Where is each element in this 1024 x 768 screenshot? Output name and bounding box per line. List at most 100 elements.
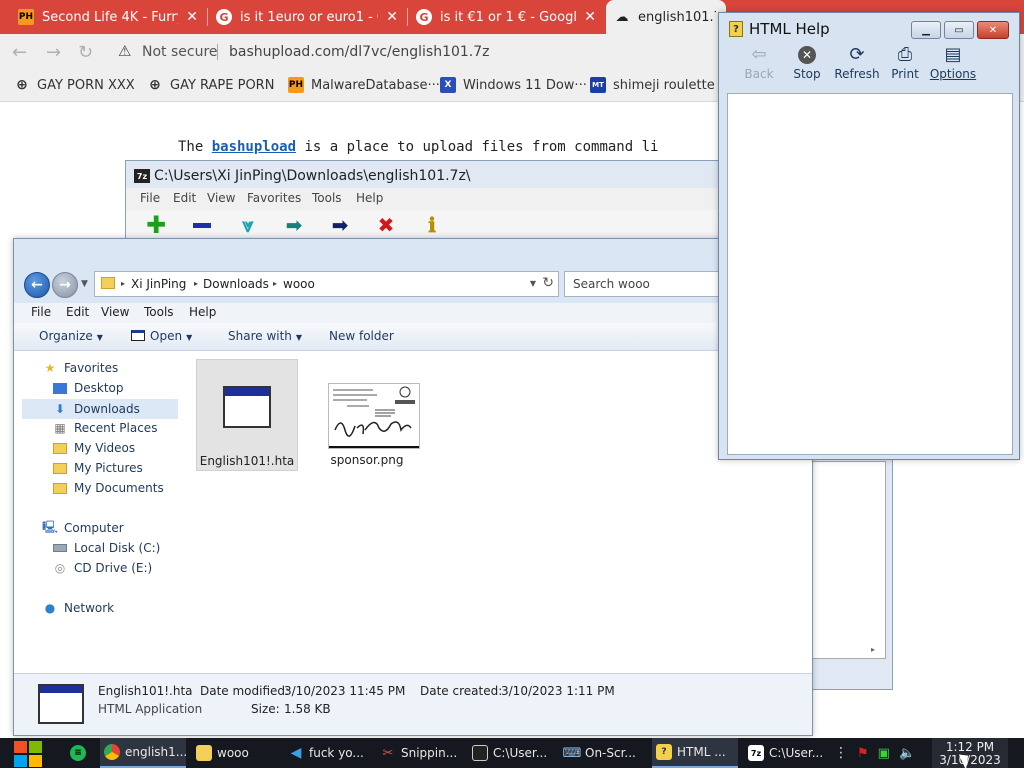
file-list-pane[interactable]: ▸ (812, 461, 886, 659)
help-content-pane[interactable] (727, 93, 1013, 455)
stop-button[interactable]: ✕ Stop (781, 43, 833, 81)
open-button[interactable]: Open ▼ (131, 329, 192, 343)
date-created-value: 3/10/2023 1:11 PM (501, 684, 615, 698)
taskbar-item[interactable]: wooo (192, 738, 278, 768)
taskbar-item[interactable]: 7z C:\User... (744, 738, 830, 768)
browser-tab[interactable]: PH Second Life 4K - Furry F ✕ (10, 0, 208, 34)
menu-tools[interactable]: Tools (144, 305, 174, 319)
start-button[interactable] (12, 740, 42, 767)
taskbar-item[interactable]: english1... (100, 738, 187, 768)
bookmark-item[interactable]: ⊕ GAY RAPE PORN (147, 77, 274, 93)
taskbar-item[interactable]: ✂ Snippin... (376, 738, 462, 768)
forward-button[interactable]: → (52, 272, 78, 298)
7zip-app-icon: 7z (134, 169, 150, 183)
nav-documents[interactable]: My Documents (52, 481, 164, 495)
copy-icon[interactable]: ➡ (282, 213, 306, 237)
flag-icon[interactable]: ⚑ (857, 746, 869, 761)
taskbar-pinned-app[interactable]: ≡ (66, 738, 94, 768)
bookmark-item[interactable]: X Windows 11 Dow··· (440, 77, 587, 93)
taskbar-item[interactable]: ? HTML ... (652, 738, 738, 768)
extract-icon[interactable] (190, 214, 214, 236)
window-title: ? HTML Help (729, 20, 830, 38)
breadcrumb-current[interactable]: wooo (283, 277, 315, 291)
add-icon[interactable]: ✚ (144, 211, 168, 239)
scroll-arrow-icon[interactable]: ▸ (871, 645, 875, 654)
back-button[interactable]: ⇦ Back (733, 43, 785, 81)
new-folder-button[interactable]: New folder (329, 329, 394, 343)
taskbar-item[interactable]: C:\User... (468, 738, 554, 768)
nav-videos[interactable]: My Videos (52, 441, 135, 455)
tab-close-icon[interactable]: ✕ (186, 9, 198, 25)
refresh-icon[interactable]: ↻ (542, 275, 554, 291)
test-icon[interactable]: ⩔ (236, 213, 260, 237)
volume-icon[interactable]: 🔈 (899, 746, 915, 761)
move-icon[interactable]: ➡ (328, 213, 352, 237)
share-label: Share with (228, 329, 292, 343)
nav-local-disk[interactable]: Local Disk (C:) (52, 541, 160, 555)
breadcrumb-downloads[interactable]: Downloads (203, 277, 269, 291)
overflow-dots-icon[interactable]: ⋮ (834, 745, 848, 761)
bookmark-item[interactable]: ⊕ GAY PORN XXX (14, 77, 135, 93)
menu-view[interactable]: View (101, 305, 129, 319)
nav-desktop[interactable]: Desktop (52, 381, 124, 395)
print-button[interactable]: ⎙ Print (879, 43, 931, 81)
nav-downloads[interactable]: ⬇ Downloads (22, 399, 178, 419)
menu-help[interactable]: Help (356, 191, 383, 205)
back-button[interactable]: ← (24, 272, 50, 298)
close-button[interactable]: ✕ (977, 21, 1009, 39)
menu-favorites[interactable]: Favorites (247, 191, 301, 205)
minimize-button[interactable]: ▁ (911, 21, 941, 39)
recent-pages-dropdown-icon[interactable]: ▼ (81, 279, 88, 289)
browser-tab[interactable]: G is it €1 or 1 € - Google ✕ (408, 0, 606, 34)
taskbar-item[interactable]: ◀ fuck yo... (284, 738, 370, 768)
browser-tab[interactable]: G is it 1euro or euro1 - Go ✕ (208, 0, 408, 34)
security-status[interactable]: Not secure (142, 44, 218, 60)
file-item[interactable]: English101!.hta (196, 359, 298, 471)
nav-network[interactable]: ● Network (42, 601, 114, 615)
menu-tools[interactable]: Tools (312, 191, 342, 205)
bookmark-item[interactable]: PH MalwareDatabase··· (288, 77, 440, 93)
taskbar-item[interactable]: ⌨ On-Scr... (560, 738, 646, 768)
share-with-button[interactable]: Share with ▼ (228, 329, 302, 343)
address-dropdown-icon[interactable]: ▼ (530, 279, 536, 288)
file-name: English101!.hta (199, 454, 295, 468)
bookmark-item[interactable]: MT shimeji roulette (590, 77, 715, 93)
bookmark-label: GAY PORN XXX (37, 77, 135, 93)
reload-icon[interactable]: ↻ (78, 42, 93, 63)
search-input[interactable]: Search wooo (564, 271, 724, 297)
delete-icon[interactable]: ✖ (374, 213, 398, 237)
nav-label: Desktop (74, 381, 124, 395)
nav-computer[interactable]: 🖳 Computer (42, 519, 124, 536)
tab-close-icon[interactable]: ✕ (386, 9, 398, 25)
breadcrumb-user[interactable]: Xi JinPing (131, 277, 186, 291)
menu-view[interactable]: View (207, 191, 235, 205)
back-arrow-icon[interactable]: ← (12, 42, 27, 63)
maximize-button[interactable]: ▭ (944, 21, 974, 39)
address-bar[interactable]: ▸ Xi JinPing ▸ Downloads ▸ wooo ▼ ↻ (94, 271, 559, 297)
file-item[interactable]: sponsor.png (316, 359, 420, 471)
menu-edit[interactable]: Edit (66, 305, 89, 319)
tab-close-icon[interactable]: ✕ (584, 9, 596, 25)
info-icon[interactable]: ℹ (420, 213, 444, 237)
nav-recent-places[interactable]: ▦ Recent Places (52, 421, 157, 435)
nav-favorites[interactable]: ★ Favorites (42, 361, 119, 375)
refresh-button[interactable]: ⟳ Refresh (831, 43, 883, 81)
menu-edit[interactable]: Edit (173, 191, 196, 205)
organize-button[interactable]: Organize ▼ (39, 329, 103, 343)
tab-title: is it €1 or 1 € - Google (440, 9, 577, 25)
bashupload-link[interactable]: bashupload (212, 139, 296, 155)
nav-pictures[interactable]: My Pictures (52, 461, 143, 475)
nav-cd-drive[interactable]: ◎ CD Drive (E:) (52, 561, 152, 575)
network-status-icon[interactable]: ▣ (878, 746, 890, 761)
menu-help[interactable]: Help (189, 305, 216, 319)
command-bar: Organize ▼ Open ▼ Share with ▼ New folder (14, 323, 812, 351)
browser-tab-active[interactable]: ☁ english101.7z (606, 0, 726, 34)
warning-icon[interactable]: ⚠ (118, 42, 131, 60)
menu-file[interactable]: File (140, 191, 160, 205)
options-button[interactable]: ▤ Options (927, 43, 979, 81)
computer-icon: 🖳 (42, 519, 59, 534)
url-field[interactable]: bashupload.com/dl7vc/english101.7z (229, 44, 490, 60)
forward-arrow-icon[interactable]: → (46, 42, 61, 63)
x-favicon-icon: X (440, 77, 456, 93)
menu-file[interactable]: File (31, 305, 51, 319)
